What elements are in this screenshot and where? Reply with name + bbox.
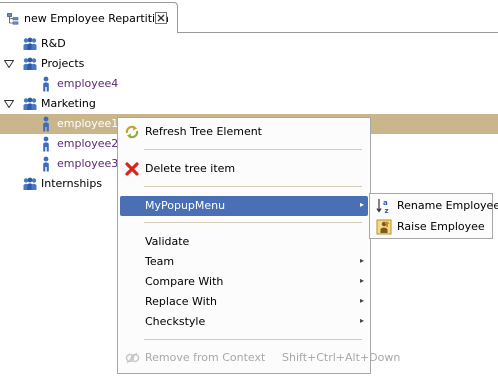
- remove-context-icon: [125, 352, 140, 364]
- group-icon: [23, 97, 37, 110]
- group-icon: [23, 37, 37, 50]
- tree-item-label: employee2: [57, 137, 119, 150]
- menu-item-compare-with[interactable]: Compare With ▸: [118, 272, 370, 292]
- tree-item-projects[interactable]: Projects: [0, 54, 498, 74]
- menu-item-label: Raise Employee: [397, 220, 485, 233]
- menu-item-checkstyle[interactable]: Checkstyle ▸: [118, 312, 370, 332]
- tree-item-employee4[interactable]: employee4: [0, 74, 498, 94]
- menu-item-remove-from-context: Remove from Context Shift+Ctrl+Alt+Down: [118, 348, 400, 368]
- menu-item-label: Refresh Tree Element: [145, 125, 262, 138]
- person-icon: [43, 136, 49, 152]
- menu-separator: [144, 186, 362, 187]
- tab-divider: [177, 32, 498, 33]
- menu-item-refresh-tree-element[interactable]: Refresh Tree Element: [118, 122, 370, 142]
- submenu-arrow-icon: ▸: [360, 296, 365, 305]
- refresh-icon: [125, 125, 139, 139]
- tree-editor-icon: [7, 13, 19, 25]
- menu-item-label: Compare With: [145, 275, 224, 288]
- submenu-arrow-icon: ▸: [360, 316, 365, 325]
- menu-item-replace-with[interactable]: Replace With ▸: [118, 292, 370, 312]
- mypopupmenu-submenu: a z Rename Employee Raise Employee: [369, 193, 498, 239]
- person-icon: [43, 76, 49, 92]
- submenu-arrow-icon: ▸: [360, 276, 365, 285]
- tree-item-label: Projects: [41, 57, 85, 70]
- tree-item-rnd[interactable]: R&D: [0, 34, 498, 54]
- menu-item-label: Checkstyle: [145, 315, 206, 328]
- tree-item-marketing[interactable]: Marketing: [0, 94, 498, 114]
- expand-arrow-icon[interactable]: [4, 100, 14, 108]
- menu-item-validate[interactable]: Validate: [118, 232, 370, 252]
- tree-item-label: employee1: [57, 117, 119, 130]
- menu-item-label: Validate: [145, 235, 190, 248]
- person-icon: [43, 116, 49, 132]
- menu-item-label: MyPopupMenu: [145, 199, 226, 212]
- group-icon: [23, 177, 37, 190]
- menu-separator: [144, 149, 362, 150]
- close-icon[interactable]: [155, 12, 167, 24]
- menu-item-accelerator: Shift+Ctrl+Alt+Down: [282, 351, 401, 364]
- menu-item-label: Rename Employee: [397, 199, 498, 212]
- menu-item-label: Replace With: [145, 295, 217, 308]
- context-menu: Refresh Tree Element Delete tree item My…: [117, 117, 400, 374]
- editor-tab-bar: new Employee Repartition: [0, 0, 498, 33]
- menu-item-label: Team: [145, 255, 175, 268]
- menu-item-label: Delete tree item: [145, 162, 236, 175]
- raise-icon: [376, 219, 392, 235]
- menu-item-raise-employee[interactable]: Raise Employee: [370, 217, 492, 237]
- menu-separator: [144, 222, 362, 223]
- group-icon: [23, 57, 37, 70]
- tree-item-label: employee4: [57, 77, 119, 90]
- svg-text:a: a: [383, 199, 388, 207]
- editor-tab-title: new Employee Repartition: [24, 12, 169, 25]
- tree-item-label: Marketing: [41, 97, 96, 110]
- svg-text:z: z: [385, 207, 389, 214]
- menu-item-team[interactable]: Team ▸: [118, 252, 370, 272]
- menu-item-delete-tree-item[interactable]: Delete tree item: [118, 159, 370, 179]
- tree-item-label: Internships: [41, 177, 103, 190]
- menu-separator: [144, 339, 362, 340]
- tree-item-label: R&D: [41, 37, 66, 50]
- submenu-arrow-icon: ▸: [360, 256, 365, 265]
- submenu-arrow-icon: ▸: [360, 200, 365, 209]
- delete-icon: [125, 162, 139, 176]
- menu-item-mypopupmenu[interactable]: MyPopupMenu ▸: [120, 196, 368, 216]
- tree-item-label: employee3: [57, 157, 119, 170]
- person-icon: [43, 156, 49, 172]
- menu-item-label: Remove from Context: [145, 351, 266, 364]
- expand-arrow-icon[interactable]: [4, 60, 14, 68]
- menu-item-rename-employee[interactable]: a z Rename Employee: [370, 196, 498, 216]
- editor-tab[interactable]: new Employee Repartition: [0, 2, 178, 33]
- sort-az-icon: a z: [376, 199, 389, 214]
